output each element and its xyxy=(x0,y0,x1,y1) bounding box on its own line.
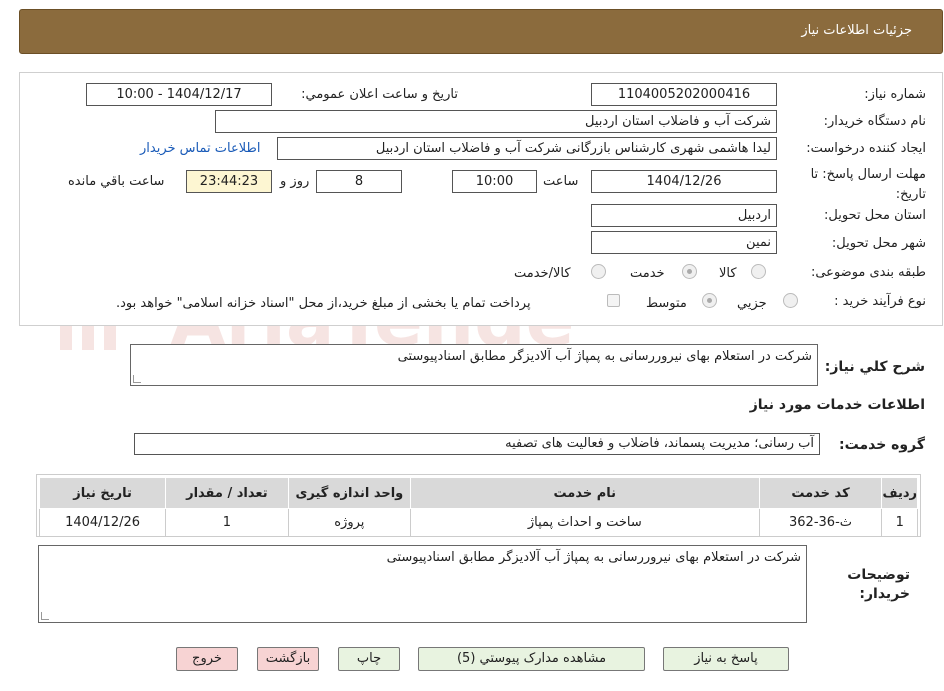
description-text: شرکت در استعلام بهای نیروررسانی به پمپاژ… xyxy=(397,349,812,364)
table-header-row: رديف کد خدمت نام خدمت واحد اندازه گيری ت… xyxy=(38,477,918,509)
cell-service-code: ث-36-362 xyxy=(758,508,883,537)
service-group-label: گروه خدمت: xyxy=(839,437,925,453)
remaining-time-field: 23:44:23 xyxy=(186,170,272,193)
buyer-notes-textarea[interactable]: شرکت در استعلام بهای نیروررسانی به پمپاژ… xyxy=(38,545,807,623)
announce-field: 1404/12/17 - 10:00 xyxy=(86,83,272,106)
buyer-contact-link[interactable]: اطلاعات تماس خريدار xyxy=(140,141,260,156)
buyer-org-label: نام دستگاه خريدار: xyxy=(823,114,926,129)
cell-unit: پروژه xyxy=(287,508,412,537)
process-option-medium: متوسط xyxy=(646,296,687,311)
exit-button[interactable]: خروج xyxy=(176,647,238,671)
cell-need-date: 1404/12/26 xyxy=(38,508,167,537)
treasury-checkbox[interactable] xyxy=(607,294,620,307)
resize-handle-icon[interactable] xyxy=(41,612,49,620)
category-radio-service[interactable] xyxy=(682,264,697,279)
description-textarea[interactable]: شرکت در استعلام بهای نیروررسانی به پمپاژ… xyxy=(130,344,818,386)
days-field: 8 xyxy=(316,170,402,193)
services-section-title: اطلاعات خدمات مورد نياز xyxy=(749,397,925,413)
province-field: اردبيل xyxy=(591,204,777,227)
remaining-label: ساعت باقي مانده xyxy=(68,174,165,189)
province-label: استان محل تحويل: xyxy=(824,208,926,223)
col-service-code: کد خدمت xyxy=(758,477,883,509)
col-service-name: نام خدمت xyxy=(410,477,760,509)
category-radio-goods[interactable] xyxy=(751,264,766,279)
process-radio-medium[interactable] xyxy=(702,293,717,308)
category-label: طبقه بندی موضوعی: xyxy=(810,265,926,280)
page-title: جزئيات اطلاعات نياز xyxy=(801,23,912,38)
print-button[interactable]: چاپ xyxy=(338,647,400,671)
process-label: نوع فرآيند خريد : xyxy=(834,294,926,309)
city-field: نمين xyxy=(591,231,777,254)
need-number-field: 1104005202000416 xyxy=(591,83,777,106)
services-table: رديف کد خدمت نام خدمت واحد اندازه گيری ت… xyxy=(38,477,918,537)
requester-field: ليدا هاشمی شهری کارشناس بازرگانی شرکت آب… xyxy=(277,137,777,160)
requester-label: ايجاد کننده درخواست: xyxy=(806,141,926,156)
cell-row: 1 xyxy=(881,508,918,537)
category-option-service: خدمت xyxy=(630,266,665,281)
buyer-notes-label-line2: خريدار: xyxy=(859,586,910,602)
service-group-field: آب رسانی؛ مديريت پسماند، فاضلاب و فعاليت… xyxy=(134,433,820,455)
view-documents-button[interactable]: مشاهده مدارک پيوستي (5) xyxy=(418,647,645,671)
payment-note: پرداخت تمام يا بخشی از مبلغ خريد،از محل … xyxy=(116,296,531,311)
buyer-org-field: شرکت آب و فاضلاب استان اردبيل xyxy=(215,110,777,133)
category-option-goods-service: کالا/خدمت xyxy=(514,266,571,281)
city-label: شهر محل تحويل: xyxy=(831,236,926,251)
back-button[interactable]: بازگشت xyxy=(257,647,319,671)
announce-label: تاريخ و ساعت اعلان عمومي: xyxy=(301,87,458,102)
deadline-time-field: 10:00 xyxy=(452,170,537,193)
col-unit: واحد اندازه گيری xyxy=(287,477,412,509)
need-number-label: شماره نياز: xyxy=(864,87,926,102)
resize-handle-icon[interactable] xyxy=(133,375,141,383)
process-radio-minor[interactable] xyxy=(783,293,798,308)
table-row: 1 ث-36-362 ساخت و احداث پمپاژ پروژه 1 14… xyxy=(38,508,918,537)
col-need-date: تاريخ نياز xyxy=(38,477,167,509)
col-row: رديف xyxy=(881,477,918,509)
reply-button[interactable]: پاسخ به نياز xyxy=(663,647,789,671)
col-quantity: تعداد / مقدار xyxy=(165,477,289,509)
buyer-notes-text: شرکت در استعلام بهای نیروررسانی به پمپاژ… xyxy=(386,550,801,565)
deadline-time-label: ساعت xyxy=(543,174,579,189)
page-header: جزئيات اطلاعات نياز xyxy=(19,9,943,54)
cell-quantity: 1 xyxy=(165,508,289,537)
deadline-label: مهلت ارسال پاسخ: تا تاريخ: xyxy=(810,167,926,202)
days-label: روز و xyxy=(280,174,310,189)
category-option-goods: کالا xyxy=(719,266,737,281)
process-option-minor: جزيي xyxy=(737,296,767,311)
buyer-notes-label-line1: توضيحات xyxy=(847,567,910,583)
description-label: شرح کلي نياز: xyxy=(824,359,925,375)
cell-service-name: ساخت و احداث پمپاژ xyxy=(410,508,760,537)
category-radio-goods-service[interactable] xyxy=(591,264,606,279)
deadline-date-field: 1404/12/26 xyxy=(591,170,777,193)
